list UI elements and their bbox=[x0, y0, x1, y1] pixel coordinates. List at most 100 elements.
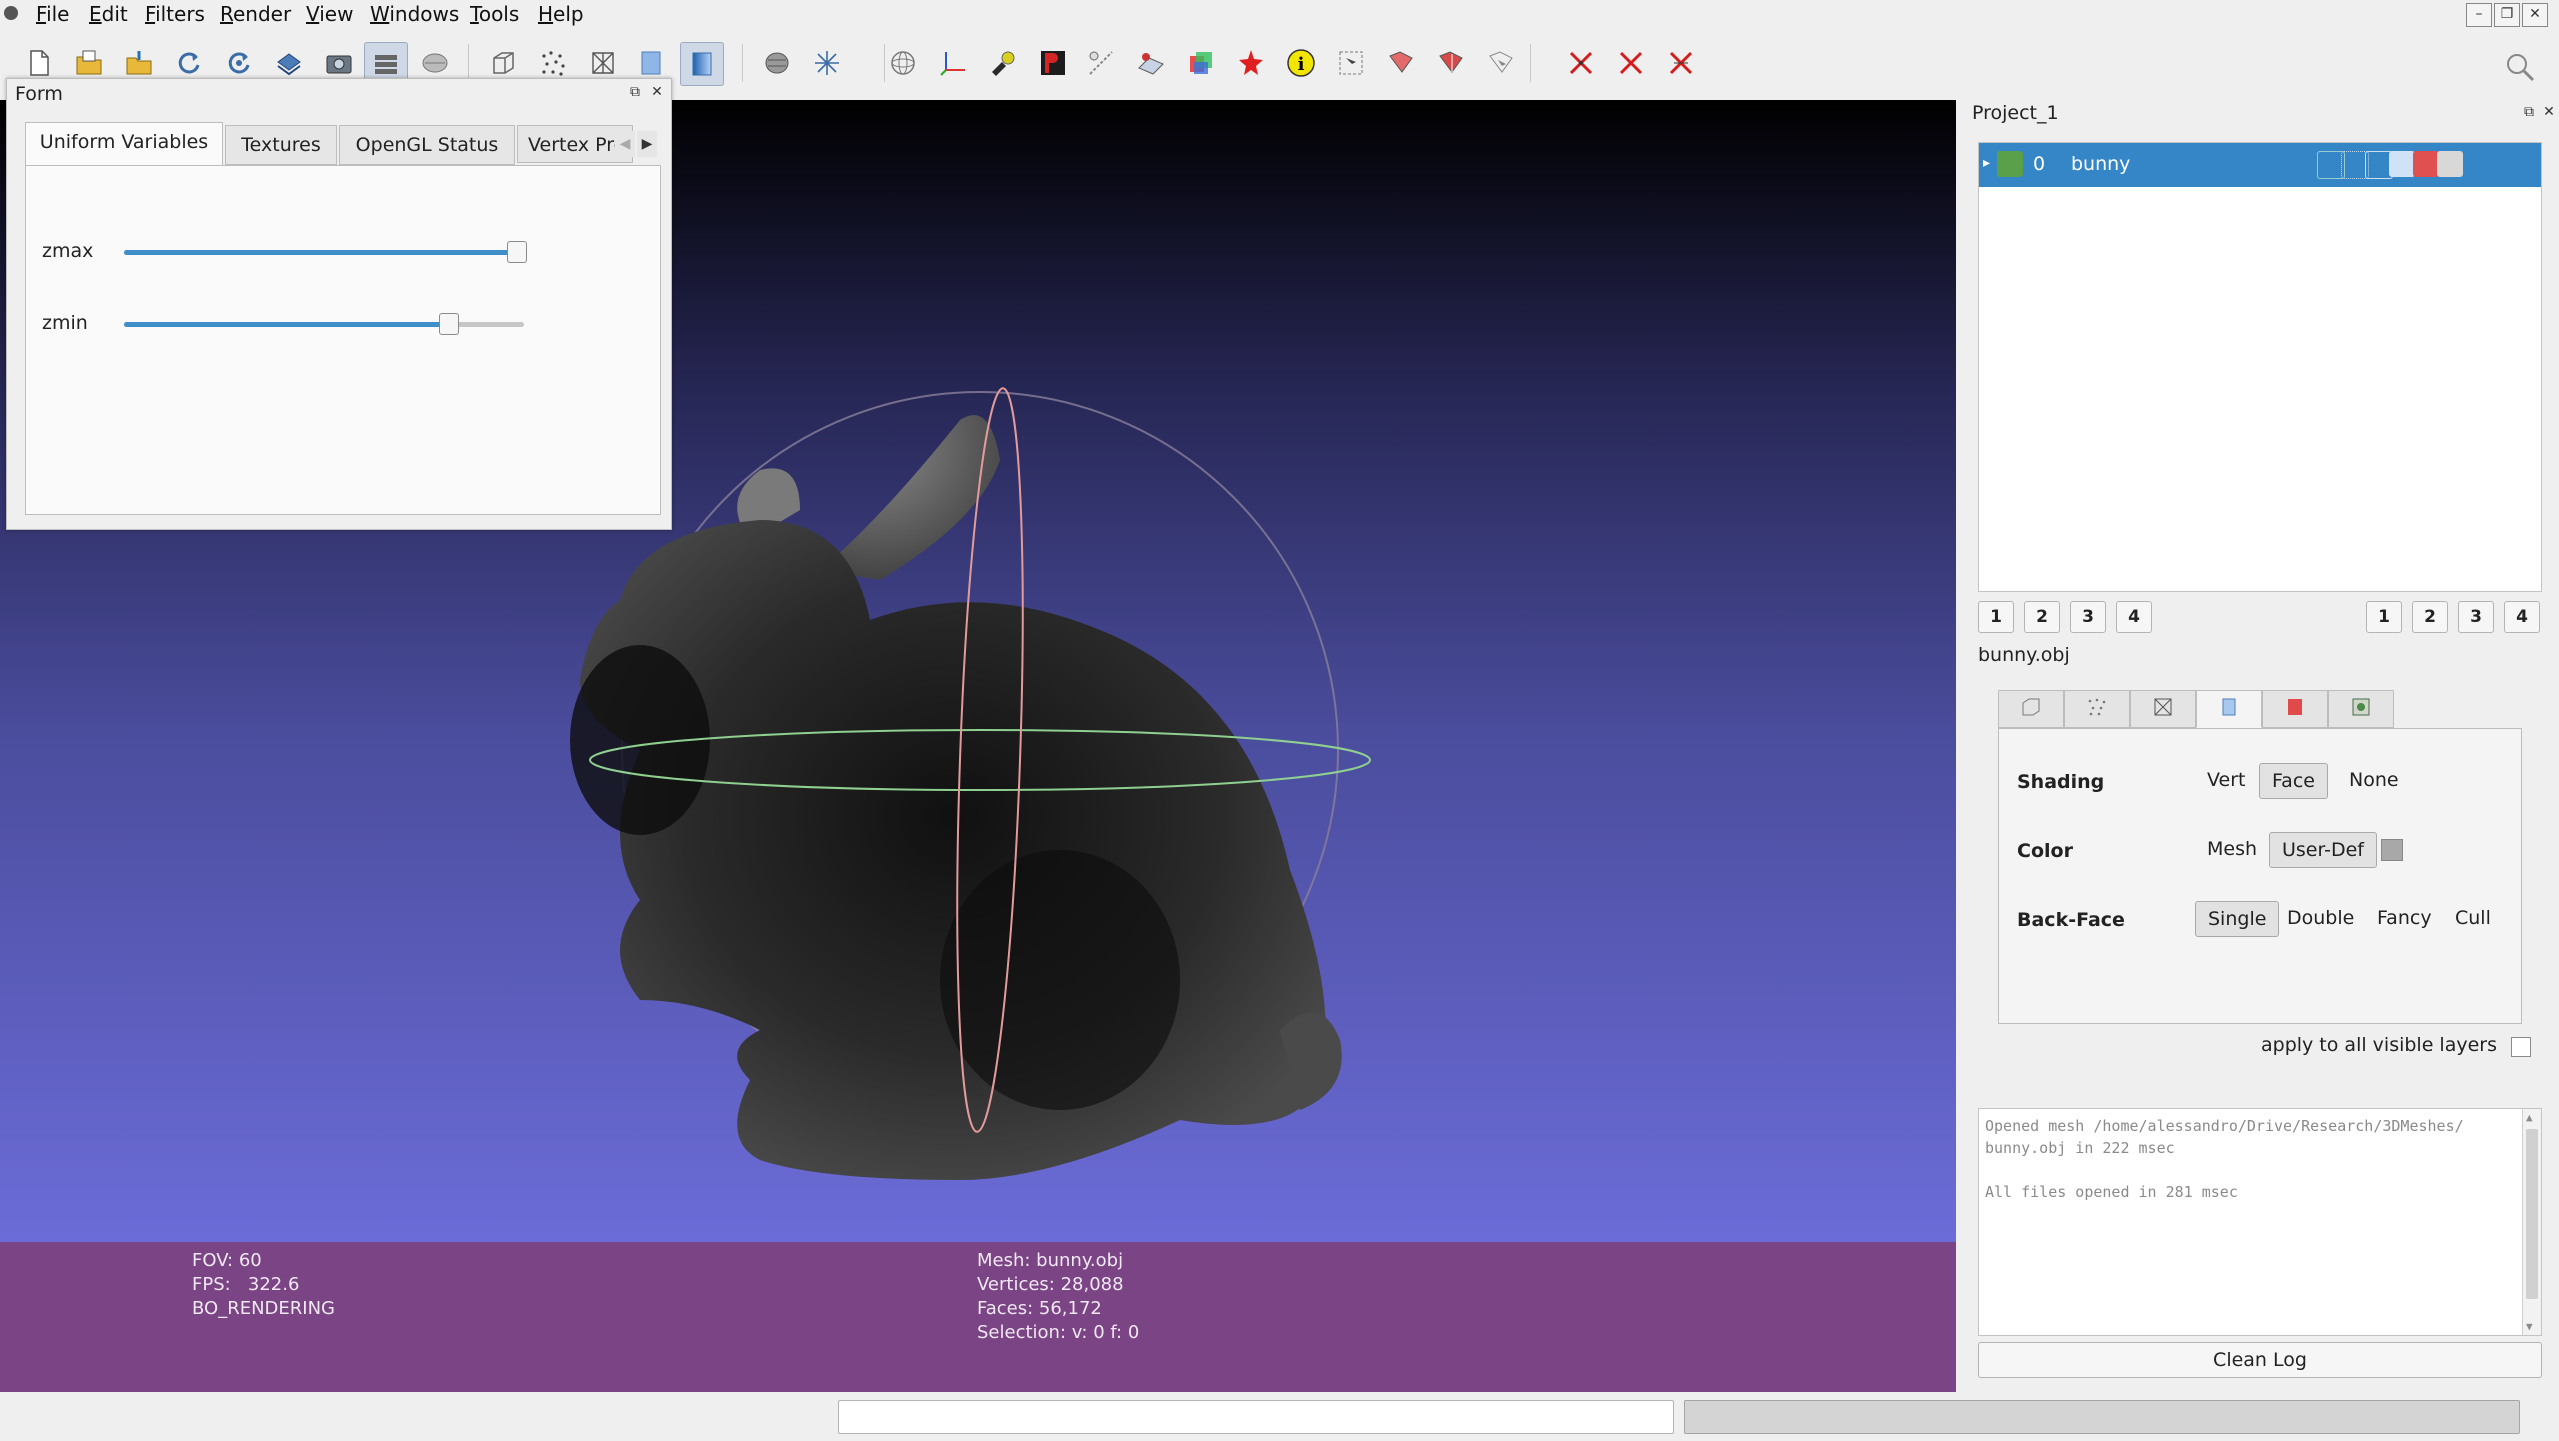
decor-tab-wire[interactable] bbox=[2130, 690, 2196, 728]
mesh-file-label: bunny.obj bbox=[1978, 644, 2070, 666]
layer-index: 0 bbox=[2033, 153, 2046, 175]
color-label: Color bbox=[2017, 840, 2073, 862]
zmin-label: zmin bbox=[42, 312, 88, 334]
select-vertices-icon[interactable] bbox=[1330, 42, 1372, 84]
app-icon bbox=[4, 6, 18, 20]
project-title: Project_1 bbox=[1972, 102, 2059, 124]
clean-log-button[interactable]: Clean Log bbox=[1978, 1342, 2542, 1378]
layer-flat-icon[interactable] bbox=[2389, 151, 2415, 177]
points-icon bbox=[2086, 696, 2108, 723]
shading-face-option[interactable]: Face bbox=[2259, 763, 2328, 799]
log-line: bunny.obj in 222 msec bbox=[1985, 1139, 2175, 1157]
edit-select-icon[interactable] bbox=[1130, 42, 1172, 84]
zmin-slider-handle[interactable] bbox=[439, 313, 459, 335]
decor-tab-texture[interactable] bbox=[2328, 690, 2394, 728]
search-icon[interactable] bbox=[2499, 46, 2541, 88]
tab-opengl-status[interactable]: OpenGL Status bbox=[339, 125, 515, 165]
view-preset-2[interactable]: 2 bbox=[2412, 601, 2448, 633]
log-window[interactable]: Opened mesh /home/alessandro/Drive/Resea… bbox=[1978, 1108, 2542, 1336]
color-mesh-option[interactable]: Mesh bbox=[2195, 832, 2269, 866]
zmax-label: zmax bbox=[42, 240, 94, 262]
scroll-down-icon[interactable]: ▼ bbox=[2526, 1320, 2533, 1333]
project-panel: Project_1 ⧉ ✕ ▸ 0 bunny 1 2 3 4 1 2 3 4 … bbox=[1960, 100, 2559, 1390]
layer-preset-1[interactable]: 1 bbox=[1978, 601, 2014, 633]
view-preset-4[interactable]: 4 bbox=[2504, 601, 2540, 633]
wire-icon bbox=[2152, 696, 2174, 723]
layer-preset-2[interactable]: 2 bbox=[2024, 601, 2060, 633]
fov-readout: FOV: 60 bbox=[192, 1250, 262, 1271]
close-panel-icon[interactable]: ✕ bbox=[649, 84, 665, 100]
delete-selected-all-icon[interactable] bbox=[1660, 42, 1702, 84]
select-connected-icon[interactable] bbox=[1430, 42, 1472, 84]
apply-all-layers-checkbox[interactable] bbox=[2511, 1037, 2531, 1057]
info-icon[interactable]: i bbox=[1280, 42, 1322, 84]
tab-scroll-left-icon[interactable]: ◀ bbox=[615, 131, 635, 157]
menu-tools[interactable]: Tools bbox=[470, 2, 519, 26]
select-none-icon[interactable] bbox=[1480, 42, 1522, 84]
shading-none-option[interactable]: None bbox=[2337, 763, 2411, 797]
zmax-slider-handle[interactable] bbox=[507, 241, 527, 263]
menu-windows[interactable]: Windows bbox=[370, 2, 459, 26]
log-scrollbar[interactable]: ▲ ▼ bbox=[2522, 1109, 2541, 1335]
tab-uniform-variables[interactable]: Uniform Variables bbox=[25, 122, 223, 166]
shading-vert-option[interactable]: Vert bbox=[2195, 763, 2257, 797]
color-icon bbox=[2284, 696, 2306, 723]
pick-points-icon[interactable] bbox=[1032, 42, 1074, 84]
float-panel-icon[interactable]: ⧉ bbox=[627, 84, 643, 100]
view-preset-3[interactable]: 3 bbox=[2458, 601, 2494, 633]
tab-textures[interactable]: Textures bbox=[225, 125, 337, 165]
fancy-light-icon[interactable] bbox=[806, 42, 848, 84]
fill-icon bbox=[2218, 696, 2240, 723]
backface-fancy-option[interactable]: Fancy bbox=[2365, 901, 2444, 935]
user-color-swatch[interactable] bbox=[2381, 839, 2403, 861]
axes-icon[interactable] bbox=[932, 42, 974, 84]
menu-help[interactable]: Help bbox=[538, 2, 584, 26]
log-line: Opened mesh /home/alessandro/Drive/Resea… bbox=[1985, 1117, 2464, 1135]
restore-icon[interactable]: ❐ bbox=[2494, 3, 2520, 27]
menu-edit[interactable]: Edit bbox=[89, 2, 128, 26]
backface-single-option[interactable]: Single bbox=[2195, 901, 2280, 937]
status-bar bbox=[0, 1394, 2559, 1441]
zmin-slider[interactable] bbox=[124, 313, 524, 335]
delete-selected-vertices-icon[interactable] bbox=[1560, 42, 1602, 84]
color-userdef-option[interactable]: User-Def bbox=[2269, 832, 2377, 868]
layer-color-icon[interactable] bbox=[2413, 151, 2439, 177]
scroll-thumb[interactable] bbox=[2526, 1129, 2538, 1299]
layer-row-bunny[interactable]: ▸ 0 bunny bbox=[1979, 143, 2541, 187]
paint-tool-icon[interactable] bbox=[1180, 42, 1222, 84]
light-on-icon[interactable] bbox=[756, 42, 798, 84]
layer-preset-4[interactable]: 4 bbox=[2116, 601, 2152, 633]
backface-cull-option[interactable]: Cull bbox=[2443, 901, 2503, 935]
delete-selected-faces-icon[interactable] bbox=[1610, 42, 1652, 84]
expand-arrow-icon[interactable]: ▸ bbox=[1983, 155, 1990, 171]
tab-scroll-right-icon[interactable]: ▶ bbox=[637, 131, 657, 157]
select-faces-icon[interactable] bbox=[1380, 42, 1422, 84]
smooth-render-icon[interactable] bbox=[680, 42, 724, 86]
layer-preset-3[interactable]: 3 bbox=[2070, 601, 2106, 633]
menu-render[interactable]: Render bbox=[220, 2, 291, 26]
decor-tab-points[interactable] bbox=[2064, 690, 2130, 728]
float-project-panel-icon[interactable]: ⧉ bbox=[2521, 104, 2537, 120]
decor-tab-color[interactable] bbox=[2262, 690, 2328, 728]
layer-texture-icon[interactable] bbox=[2437, 151, 2463, 177]
backface-double-option[interactable]: Double bbox=[2275, 901, 2366, 935]
decor-tab-bbox[interactable] bbox=[1998, 690, 2064, 728]
trackball-icon[interactable] bbox=[882, 42, 924, 84]
measure-tool-icon[interactable] bbox=[1080, 42, 1122, 84]
menu-filters[interactable]: Filters bbox=[145, 2, 205, 26]
menu-view[interactable]: View bbox=[306, 2, 353, 26]
close-window-icon[interactable]: ✕ bbox=[2522, 3, 2548, 27]
view-preset-1[interactable]: 1 bbox=[2366, 601, 2402, 633]
status-progress-bar bbox=[1684, 1400, 2520, 1434]
menu-file[interactable]: File bbox=[36, 2, 69, 26]
close-project-panel-icon[interactable]: ✕ bbox=[2541, 104, 2557, 120]
zmin-slider-fill bbox=[124, 322, 448, 327]
zmax-slider[interactable] bbox=[124, 241, 527, 263]
minimize-icon[interactable]: – bbox=[2466, 3, 2492, 27]
scroll-up-icon[interactable]: ▲ bbox=[2526, 1111, 2533, 1124]
decor-tab-fill[interactable] bbox=[2196, 690, 2262, 728]
selection-readout: Selection: v: 0 f: 0 bbox=[977, 1322, 1140, 1343]
info-tool-icon[interactable] bbox=[982, 42, 1024, 84]
georef-icon[interactable] bbox=[1230, 42, 1272, 84]
visibility-eye-icon[interactable] bbox=[1997, 151, 2023, 177]
